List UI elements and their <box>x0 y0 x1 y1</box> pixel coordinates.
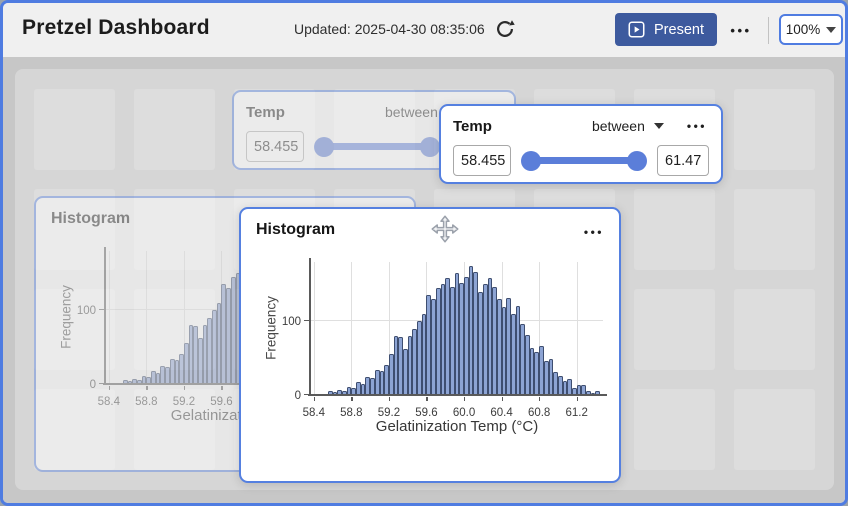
x-tick-mark <box>314 397 315 402</box>
histogram-bar <box>375 370 380 395</box>
grid-placeholder-cell <box>734 389 815 470</box>
widget-title: Temp <box>453 118 492 135</box>
histogram-bar <box>403 349 408 395</box>
histogram-bar <box>450 287 455 395</box>
x-tick-mark <box>221 386 222 391</box>
y-tick-label: 0 <box>56 379 96 391</box>
header-more-menu-button[interactable]: ••• <box>724 18 758 42</box>
chevron-down-icon[interactable] <box>654 123 664 129</box>
operator-dropdown: between <box>385 104 438 120</box>
histogram-bar <box>511 314 516 395</box>
histogram-chart: Frequency 58.458.859.259.660.060.460.861… <box>241 209 619 481</box>
v-gridline <box>577 262 578 395</box>
max-value-input[interactable] <box>657 145 709 176</box>
v-gridline <box>146 251 147 384</box>
slider-handle-max <box>420 137 440 157</box>
x-tick-mark <box>502 397 503 402</box>
y-tick-label: 100 <box>261 316 301 328</box>
temp-range-slider[interactable] <box>521 151 647 171</box>
grid-placeholder-cell <box>34 89 115 170</box>
y-axis-line <box>104 247 106 385</box>
slider-handle-min[interactable] <box>521 151 541 171</box>
x-tick-mark <box>146 386 147 391</box>
updated-timestamp: Updated: 2025-04-30 08:35:06 <box>294 21 485 37</box>
grid-placeholder-cell <box>134 89 215 170</box>
histogram-bar <box>497 299 502 395</box>
present-button[interactable]: Present <box>615 13 717 46</box>
widget-title: Temp <box>246 104 285 121</box>
temp-filter-widget[interactable]: Temp between ••• <box>439 104 723 184</box>
page-title: Pretzel Dashboard <box>22 16 210 40</box>
grid-placeholder-cell <box>634 289 715 370</box>
y-tick-label: 0 <box>261 390 301 402</box>
refresh-button[interactable] <box>492 17 518 43</box>
histogram-bar <box>483 284 488 395</box>
grid-placeholder-cell <box>634 389 715 470</box>
x-tick-label: 61.2 <box>555 407 599 419</box>
x-axis-label: Gelatinization Temp (°C) <box>376 418 538 435</box>
zoom-level-value: 100% <box>786 22 821 37</box>
y-tick-mark <box>99 309 104 310</box>
histogram-bar <box>231 277 236 384</box>
refresh-icon <box>494 18 516 40</box>
x-tick-mark <box>539 397 540 402</box>
x-tick-mark <box>426 397 427 402</box>
present-play-icon <box>628 21 645 38</box>
min-value-input[interactable] <box>453 145 511 176</box>
y-tick-mark <box>99 383 104 384</box>
slider-handle-max[interactable] <box>627 151 647 171</box>
slider-track[interactable] <box>530 157 638 164</box>
v-gridline <box>351 262 352 395</box>
histogram-bar <box>389 354 394 395</box>
histogram-widget[interactable]: Histogram ••• Frequency 58.458.859.259.6… <box>239 207 621 483</box>
v-gridline <box>314 262 315 395</box>
x-tick-mark <box>109 386 110 391</box>
widget-menu-button[interactable]: ••• <box>687 119 707 133</box>
histogram-bar <box>558 376 563 395</box>
min-value-input <box>246 131 304 162</box>
header-bar: Pretzel Dashboard Updated: 2025-04-30 08… <box>3 3 845 57</box>
x-tick-mark <box>577 397 578 402</box>
slider-handle-min <box>314 137 334 157</box>
grid-placeholder-cell <box>734 89 815 170</box>
histogram-bar <box>544 361 549 395</box>
temp-range-slider <box>314 137 440 157</box>
v-gridline <box>109 251 110 384</box>
chevron-down-icon <box>826 27 836 33</box>
x-axis-line <box>308 394 607 396</box>
dashboard-window: Pretzel Dashboard Updated: 2025-04-30 08… <box>0 0 848 506</box>
y-tick-label: 100 <box>56 305 96 317</box>
y-tick-mark <box>304 394 309 395</box>
grid-placeholder-cell <box>734 289 815 370</box>
y-tick-mark <box>304 320 309 321</box>
zoom-level-dropdown[interactable]: 100% <box>779 14 843 45</box>
plot-area: 58.458.859.259.660.060.460.861.20100 <box>311 262 603 395</box>
slider-track <box>323 143 431 150</box>
histogram-bar <box>436 288 441 395</box>
histogram-bar <box>170 359 175 384</box>
header-divider <box>768 17 769 44</box>
operator-dropdown[interactable]: between <box>592 118 645 134</box>
x-tick-mark <box>464 397 465 402</box>
x-tick-mark <box>184 386 185 391</box>
grid-placeholder-cell <box>734 189 815 270</box>
present-button-label: Present <box>654 22 704 38</box>
histogram-bar <box>198 338 203 384</box>
x-tick-mark <box>351 397 352 402</box>
grid-placeholder-cell <box>634 189 715 270</box>
y-axis-line <box>309 258 311 396</box>
histogram-bar <box>184 343 189 384</box>
x-tick-mark <box>389 397 390 402</box>
